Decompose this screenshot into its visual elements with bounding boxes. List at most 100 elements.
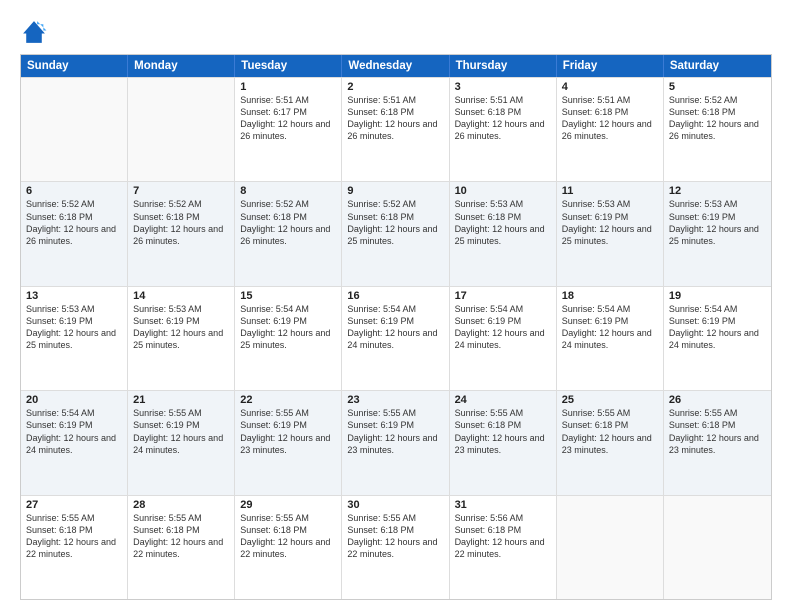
cell-sun-info: Sunrise: 5:55 AM Sunset: 6:19 PM Dayligh… — [240, 407, 336, 456]
cell-sun-info: Sunrise: 5:52 AM Sunset: 6:18 PM Dayligh… — [669, 94, 766, 143]
cell-sun-info: Sunrise: 5:53 AM Sunset: 6:19 PM Dayligh… — [26, 303, 122, 352]
calendar-cell — [128, 78, 235, 181]
day-number: 20 — [26, 394, 122, 406]
weekday-header: Sunday — [21, 55, 128, 77]
calendar-cell: 9Sunrise: 5:52 AM Sunset: 6:18 PM Daylig… — [342, 182, 449, 285]
day-number: 30 — [347, 499, 443, 511]
calendar-cell — [21, 78, 128, 181]
day-number: 3 — [455, 81, 551, 93]
day-number: 10 — [455, 185, 551, 197]
day-number: 15 — [240, 290, 336, 302]
cell-sun-info: Sunrise: 5:51 AM Sunset: 6:17 PM Dayligh… — [240, 94, 336, 143]
cell-sun-info: Sunrise: 5:55 AM Sunset: 6:18 PM Dayligh… — [562, 407, 658, 456]
cell-sun-info: Sunrise: 5:54 AM Sunset: 6:19 PM Dayligh… — [455, 303, 551, 352]
calendar-cell: 31Sunrise: 5:56 AM Sunset: 6:18 PM Dayli… — [450, 496, 557, 599]
weekday-header: Friday — [557, 55, 664, 77]
cell-sun-info: Sunrise: 5:51 AM Sunset: 6:18 PM Dayligh… — [455, 94, 551, 143]
day-number: 12 — [669, 185, 766, 197]
calendar-row: 13Sunrise: 5:53 AM Sunset: 6:19 PM Dayli… — [21, 286, 771, 390]
weekday-header: Tuesday — [235, 55, 342, 77]
day-number: 21 — [133, 394, 229, 406]
day-number: 17 — [455, 290, 551, 302]
cell-sun-info: Sunrise: 5:52 AM Sunset: 6:18 PM Dayligh… — [133, 198, 229, 247]
calendar-cell: 29Sunrise: 5:55 AM Sunset: 6:18 PM Dayli… — [235, 496, 342, 599]
cell-sun-info: Sunrise: 5:55 AM Sunset: 6:18 PM Dayligh… — [347, 512, 443, 561]
cell-sun-info: Sunrise: 5:54 AM Sunset: 6:19 PM Dayligh… — [26, 407, 122, 456]
cell-sun-info: Sunrise: 5:55 AM Sunset: 6:18 PM Dayligh… — [26, 512, 122, 561]
calendar-cell: 2Sunrise: 5:51 AM Sunset: 6:18 PM Daylig… — [342, 78, 449, 181]
cell-sun-info: Sunrise: 5:53 AM Sunset: 6:19 PM Dayligh… — [133, 303, 229, 352]
day-number: 1 — [240, 81, 336, 93]
calendar-cell: 24Sunrise: 5:55 AM Sunset: 6:18 PM Dayli… — [450, 391, 557, 494]
calendar-cell: 26Sunrise: 5:55 AM Sunset: 6:18 PM Dayli… — [664, 391, 771, 494]
weekday-header: Monday — [128, 55, 235, 77]
calendar-cell: 19Sunrise: 5:54 AM Sunset: 6:19 PM Dayli… — [664, 287, 771, 390]
day-number: 26 — [669, 394, 766, 406]
day-number: 16 — [347, 290, 443, 302]
logo-icon — [20, 18, 48, 46]
calendar-cell: 25Sunrise: 5:55 AM Sunset: 6:18 PM Dayli… — [557, 391, 664, 494]
cell-sun-info: Sunrise: 5:54 AM Sunset: 6:19 PM Dayligh… — [669, 303, 766, 352]
day-number: 4 — [562, 81, 658, 93]
day-number: 7 — [133, 185, 229, 197]
cell-sun-info: Sunrise: 5:54 AM Sunset: 6:19 PM Dayligh… — [240, 303, 336, 352]
cell-sun-info: Sunrise: 5:53 AM Sunset: 6:18 PM Dayligh… — [455, 198, 551, 247]
cell-sun-info: Sunrise: 5:51 AM Sunset: 6:18 PM Dayligh… — [347, 94, 443, 143]
cell-sun-info: Sunrise: 5:53 AM Sunset: 6:19 PM Dayligh… — [562, 198, 658, 247]
day-number: 23 — [347, 394, 443, 406]
calendar-row: 27Sunrise: 5:55 AM Sunset: 6:18 PM Dayli… — [21, 495, 771, 599]
calendar-cell: 6Sunrise: 5:52 AM Sunset: 6:18 PM Daylig… — [21, 182, 128, 285]
day-number: 28 — [133, 499, 229, 511]
calendar-cell — [557, 496, 664, 599]
calendar-cell: 11Sunrise: 5:53 AM Sunset: 6:19 PM Dayli… — [557, 182, 664, 285]
calendar-cell: 1Sunrise: 5:51 AM Sunset: 6:17 PM Daylig… — [235, 78, 342, 181]
calendar-cell: 5Sunrise: 5:52 AM Sunset: 6:18 PM Daylig… — [664, 78, 771, 181]
calendar: SundayMondayTuesdayWednesdayThursdayFrid… — [20, 54, 772, 600]
day-number: 11 — [562, 185, 658, 197]
day-number: 5 — [669, 81, 766, 93]
weekday-header: Saturday — [664, 55, 771, 77]
day-number: 19 — [669, 290, 766, 302]
calendar-row: 1Sunrise: 5:51 AM Sunset: 6:17 PM Daylig… — [21, 77, 771, 181]
calendar-cell — [664, 496, 771, 599]
cell-sun-info: Sunrise: 5:55 AM Sunset: 6:18 PM Dayligh… — [669, 407, 766, 456]
calendar-cell: 21Sunrise: 5:55 AM Sunset: 6:19 PM Dayli… — [128, 391, 235, 494]
page: SundayMondayTuesdayWednesdayThursdayFrid… — [0, 0, 792, 612]
calendar-cell: 10Sunrise: 5:53 AM Sunset: 6:18 PM Dayli… — [450, 182, 557, 285]
cell-sun-info: Sunrise: 5:51 AM Sunset: 6:18 PM Dayligh… — [562, 94, 658, 143]
weekday-header: Thursday — [450, 55, 557, 77]
calendar-cell: 18Sunrise: 5:54 AM Sunset: 6:19 PM Dayli… — [557, 287, 664, 390]
day-number: 31 — [455, 499, 551, 511]
day-number: 24 — [455, 394, 551, 406]
day-number: 6 — [26, 185, 122, 197]
cell-sun-info: Sunrise: 5:53 AM Sunset: 6:19 PM Dayligh… — [669, 198, 766, 247]
calendar-cell: 8Sunrise: 5:52 AM Sunset: 6:18 PM Daylig… — [235, 182, 342, 285]
weekday-header: Wednesday — [342, 55, 449, 77]
calendar-cell: 30Sunrise: 5:55 AM Sunset: 6:18 PM Dayli… — [342, 496, 449, 599]
cell-sun-info: Sunrise: 5:55 AM Sunset: 6:18 PM Dayligh… — [240, 512, 336, 561]
calendar-body: 1Sunrise: 5:51 AM Sunset: 6:17 PM Daylig… — [21, 77, 771, 599]
day-number: 2 — [347, 81, 443, 93]
day-number: 27 — [26, 499, 122, 511]
cell-sun-info: Sunrise: 5:55 AM Sunset: 6:19 PM Dayligh… — [133, 407, 229, 456]
day-number: 9 — [347, 185, 443, 197]
day-number: 13 — [26, 290, 122, 302]
day-number: 25 — [562, 394, 658, 406]
calendar-cell: 27Sunrise: 5:55 AM Sunset: 6:18 PM Dayli… — [21, 496, 128, 599]
cell-sun-info: Sunrise: 5:55 AM Sunset: 6:18 PM Dayligh… — [455, 407, 551, 456]
cell-sun-info: Sunrise: 5:56 AM Sunset: 6:18 PM Dayligh… — [455, 512, 551, 561]
calendar-row: 20Sunrise: 5:54 AM Sunset: 6:19 PM Dayli… — [21, 390, 771, 494]
calendar-cell: 13Sunrise: 5:53 AM Sunset: 6:19 PM Dayli… — [21, 287, 128, 390]
cell-sun-info: Sunrise: 5:55 AM Sunset: 6:19 PM Dayligh… — [347, 407, 443, 456]
header — [20, 18, 772, 46]
calendar-cell: 23Sunrise: 5:55 AM Sunset: 6:19 PM Dayli… — [342, 391, 449, 494]
calendar-cell: 17Sunrise: 5:54 AM Sunset: 6:19 PM Dayli… — [450, 287, 557, 390]
logo — [20, 18, 52, 46]
cell-sun-info: Sunrise: 5:54 AM Sunset: 6:19 PM Dayligh… — [562, 303, 658, 352]
day-number: 18 — [562, 290, 658, 302]
calendar-row: 6 Sunrise: 5:52 AM Sunset: 6:18 PM Daylig… — [21, 181, 771, 285]
cell-sun-info: Sunrise: 5:52 AM Sunset: 6:18 PM Dayligh… — [240, 198, 336, 247]
calendar-cell: 14Sunrise: 5:53 AM Sunset: 6:19 PM Dayli… — [128, 287, 235, 390]
calendar-cell: 22Sunrise: 5:55 AM Sunset: 6:19 PM Dayli… — [235, 391, 342, 494]
calendar-cell: 7Sunrise: 5:52 AM Sunset: 6:18 PM Daylig… — [128, 182, 235, 285]
